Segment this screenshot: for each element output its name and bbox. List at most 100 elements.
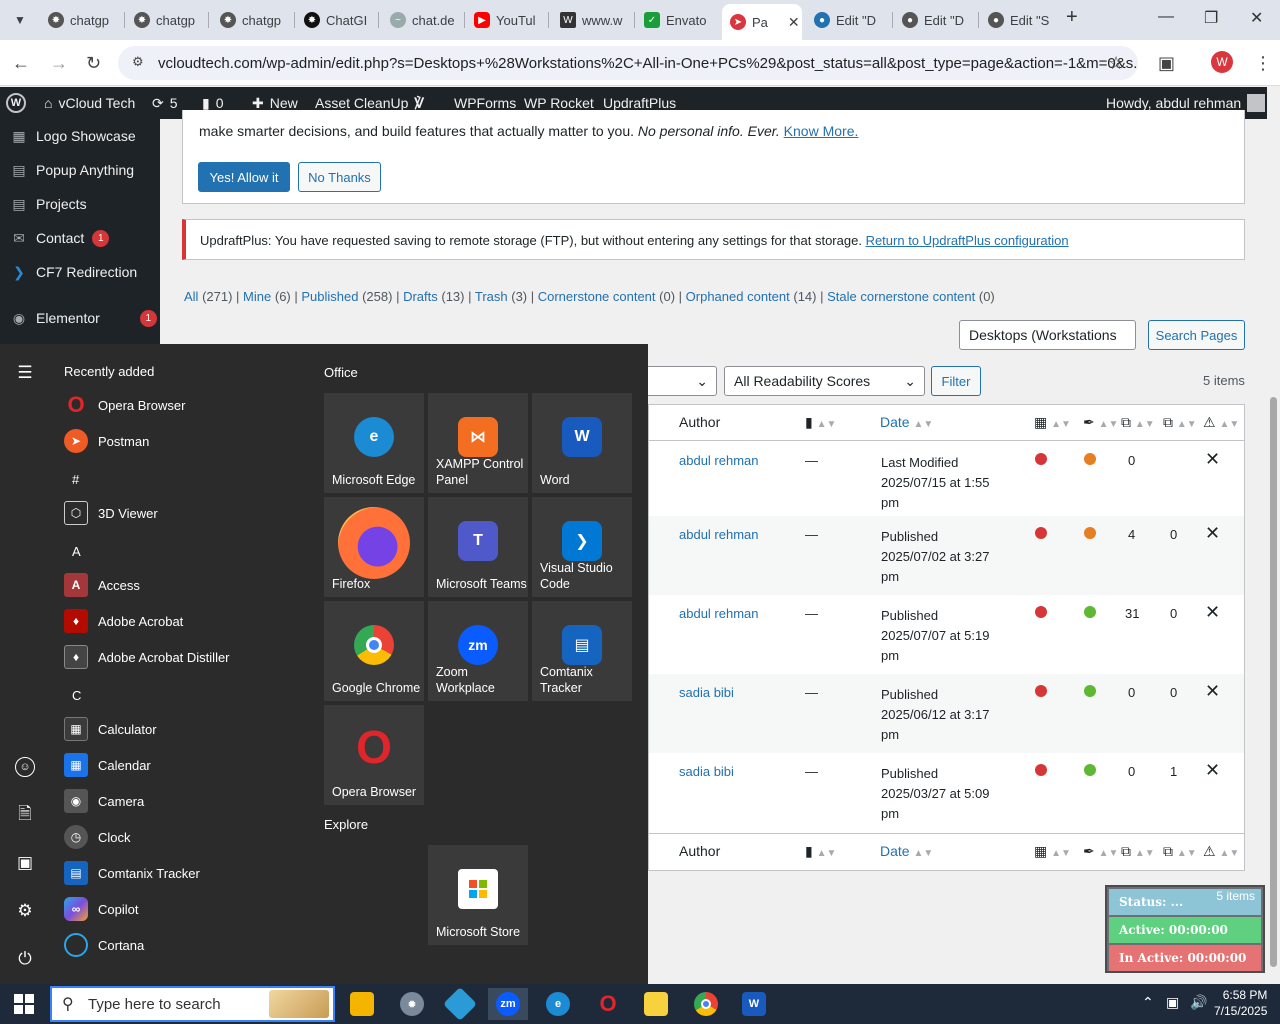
app-calculator[interactable]: ▦ Calculator xyxy=(64,712,157,746)
site-name-link[interactable]: ⌂ vCloud Tech xyxy=(44,87,135,119)
menu-kebab-icon[interactable]: ⋮ xyxy=(1254,53,1272,74)
browser-tab[interactable]: ~ chat.de xyxy=(382,6,462,34)
readability-select[interactable]: All Readability Scores ⌄ xyxy=(724,366,925,396)
taskbar-search-input[interactable]: ⚲ Type here to search xyxy=(50,986,335,1022)
app-cortana[interactable]: Cortana xyxy=(64,928,144,962)
close-icon[interactable]: ✕ xyxy=(1205,760,1220,781)
close-icon[interactable]: ✕ xyxy=(1205,681,1220,702)
extensions-icon[interactable]: ▣ xyxy=(1158,53,1175,74)
no-thanks-button[interactable]: No Thanks xyxy=(298,162,381,192)
taskbar-chrome[interactable] xyxy=(686,988,726,1020)
bookmark-star-icon[interactable]: ☆ xyxy=(1108,53,1124,74)
browser-tab[interactable]: ✸ chatgp xyxy=(126,6,206,34)
column-seo-score[interactable]: ▦ ▲▼ xyxy=(1034,843,1071,860)
scrollbar-thumb[interactable] xyxy=(1270,397,1277,967)
filter-all[interactable]: All xyxy=(184,289,198,304)
app-copilot[interactable]: ∞ Copilot xyxy=(64,892,138,926)
sidebar-item-logo-showcase[interactable]: ▦ Logo Showcase xyxy=(0,119,160,153)
column-links-out[interactable]: ⧉ ▲▼ xyxy=(1163,414,1197,431)
window-close-icon[interactable]: ✕ xyxy=(1250,8,1263,28)
browser-tab[interactable]: ● Edit "S xyxy=(980,6,1064,34)
column-comments[interactable]: ▮ ▲▼ xyxy=(805,414,836,431)
updraft-config-link[interactable]: Return to UpdraftPlus configuration xyxy=(866,233,1069,248)
column-date[interactable]: Date ▲▼ xyxy=(880,843,933,859)
restore-icon[interactable]: ❐ xyxy=(1204,8,1218,28)
reload-icon[interactable]: ↻ xyxy=(86,53,101,74)
taskbar-file-explorer[interactable] xyxy=(342,988,382,1020)
power-icon[interactable]: ⏻ xyxy=(14,948,36,970)
sidebar-item-cf7-redirection[interactable]: ❯ CF7 Redirection xyxy=(0,255,160,289)
browser-tab[interactable]: ● Edit "D xyxy=(894,6,978,34)
section-letter[interactable]: C xyxy=(72,688,81,703)
column-readability[interactable]: ✒ ▲▼ xyxy=(1083,414,1118,431)
search-input[interactable]: Desktops (Workstations xyxy=(959,320,1136,350)
documents-icon[interactable]: 🗎 xyxy=(14,804,36,826)
close-icon[interactable]: ✕ xyxy=(1205,449,1220,470)
app-3d-viewer[interactable]: ⬡ 3D Viewer xyxy=(64,496,158,530)
pictures-icon[interactable]: ▣ xyxy=(14,852,36,874)
settings-icon[interactable]: ⚙ xyxy=(14,900,36,922)
tile-xampp[interactable]: ⋈ XAMPP Control Panel xyxy=(428,393,528,493)
show-hidden-icons[interactable]: ⌃ xyxy=(1142,994,1154,1011)
site-info-icon[interactable]: ⚙ xyxy=(132,54,144,70)
filter-cornerstone[interactable]: Cornerstone content xyxy=(538,289,656,304)
tile-word[interactable]: W Word xyxy=(532,393,632,493)
author-link[interactable]: abdul rehman xyxy=(679,606,759,621)
section-letter[interactable]: # xyxy=(72,472,79,487)
browser-tab[interactable]: ✸ chatgp xyxy=(212,6,292,34)
network-icon[interactable]: ▣ xyxy=(1166,994,1179,1011)
sidebar-item-elementor[interactable]: ◉ Elementor 1 xyxy=(0,301,160,335)
column-seo-score[interactable]: ▦ ▲▼ xyxy=(1034,414,1071,431)
filter-trash[interactable]: Trash xyxy=(475,289,508,304)
taskbar-edge[interactable]: e xyxy=(538,988,578,1020)
author-link[interactable]: abdul rehman xyxy=(679,527,759,542)
filter-mine[interactable]: Mine xyxy=(243,289,271,304)
updates-link[interactable]: ⟳ 5 xyxy=(152,87,178,119)
know-more-link[interactable]: Know More. xyxy=(784,123,859,139)
section-letter[interactable]: A xyxy=(72,544,81,559)
tile-microsoft-edge[interactable]: e Microsoft Edge xyxy=(324,393,424,493)
column-warnings[interactable]: ⚠ ▲▼ xyxy=(1203,414,1239,431)
tile-comtanix-tracker[interactable]: ▤ Comtanix Tracker xyxy=(532,601,632,701)
tile-opera-browser[interactable]: O Opera Browser xyxy=(324,705,424,805)
app-postman[interactable]: ➤ Postman xyxy=(64,424,149,458)
tile-firefox[interactable]: Firefox xyxy=(324,497,424,597)
system-clock[interactable]: 6:58 PM 7/15/2025 xyxy=(1214,987,1267,1019)
taskbar-app[interactable]: ✹ xyxy=(392,988,432,1020)
close-icon[interactable]: ✕ xyxy=(1205,523,1220,544)
browser-tab[interactable]: ✸ ChatGI xyxy=(296,6,376,34)
column-links-in[interactable]: ⧉ ▲▼ xyxy=(1121,414,1155,431)
wordpress-logo-icon[interactable]: W xyxy=(6,87,26,119)
app-opera-browser[interactable]: O Opera Browser xyxy=(64,388,185,422)
column-links-out[interactable]: ⧉ ▲▼ xyxy=(1163,843,1197,860)
filter-published[interactable]: Published xyxy=(301,289,358,304)
taskbar-sticky-notes[interactable] xyxy=(636,988,676,1020)
filter-drafts[interactable]: Drafts xyxy=(403,289,438,304)
profile-avatar[interactable]: W xyxy=(1211,51,1233,73)
tile-google-chrome[interactable]: Google Chrome xyxy=(324,601,424,701)
browser-tab-active[interactable]: ➤ Pa ✕ xyxy=(722,4,802,40)
taskbar-app[interactable] xyxy=(440,987,480,1021)
browser-tab[interactable]: Wwww.w xyxy=(552,6,632,34)
column-date[interactable]: Date ▲▼ xyxy=(880,414,933,430)
column-warnings[interactable]: ⚠ ▲▼ xyxy=(1203,843,1239,860)
close-icon[interactable]: ✕ xyxy=(788,14,800,31)
filter-stale-cornerstone[interactable]: Stale cornerstone content xyxy=(827,289,975,304)
app-camera[interactable]: ◉ Camera xyxy=(64,784,144,818)
app-adobe-acrobat[interactable]: ♦ Adobe Acrobat xyxy=(64,604,183,638)
app-access[interactable]: A Access xyxy=(64,568,140,602)
app-comtanix-tracker[interactable]: ▤ Comtanix Tracker xyxy=(64,856,200,890)
windows-start-button[interactable] xyxy=(4,988,44,1020)
column-comments[interactable]: ▮ ▲▼ xyxy=(805,843,836,860)
search-pages-button[interactable]: Search Pages xyxy=(1148,320,1245,350)
app-clock[interactable]: ◷ Clock xyxy=(64,820,131,854)
sidebar-item-projects[interactable]: ▤ Projects xyxy=(0,187,160,221)
app-calendar[interactable]: ▦ Calendar xyxy=(64,748,151,782)
author-link[interactable]: sadia bibi xyxy=(679,685,734,700)
taskbar-zoom[interactable]: zm xyxy=(488,988,528,1020)
address-bar[interactable]: ⚙ vcloudtech.com/wp-admin/edit.php?s=Des… xyxy=(118,46,1138,80)
new-tab-button[interactable]: + xyxy=(1066,6,1078,29)
column-readability[interactable]: ✒ ▲▼ xyxy=(1083,843,1118,860)
tile-zoom[interactable]: zm Zoom Workplace xyxy=(428,601,528,701)
sidebar-item-contact[interactable]: ✉ Contact 1 xyxy=(0,221,160,255)
